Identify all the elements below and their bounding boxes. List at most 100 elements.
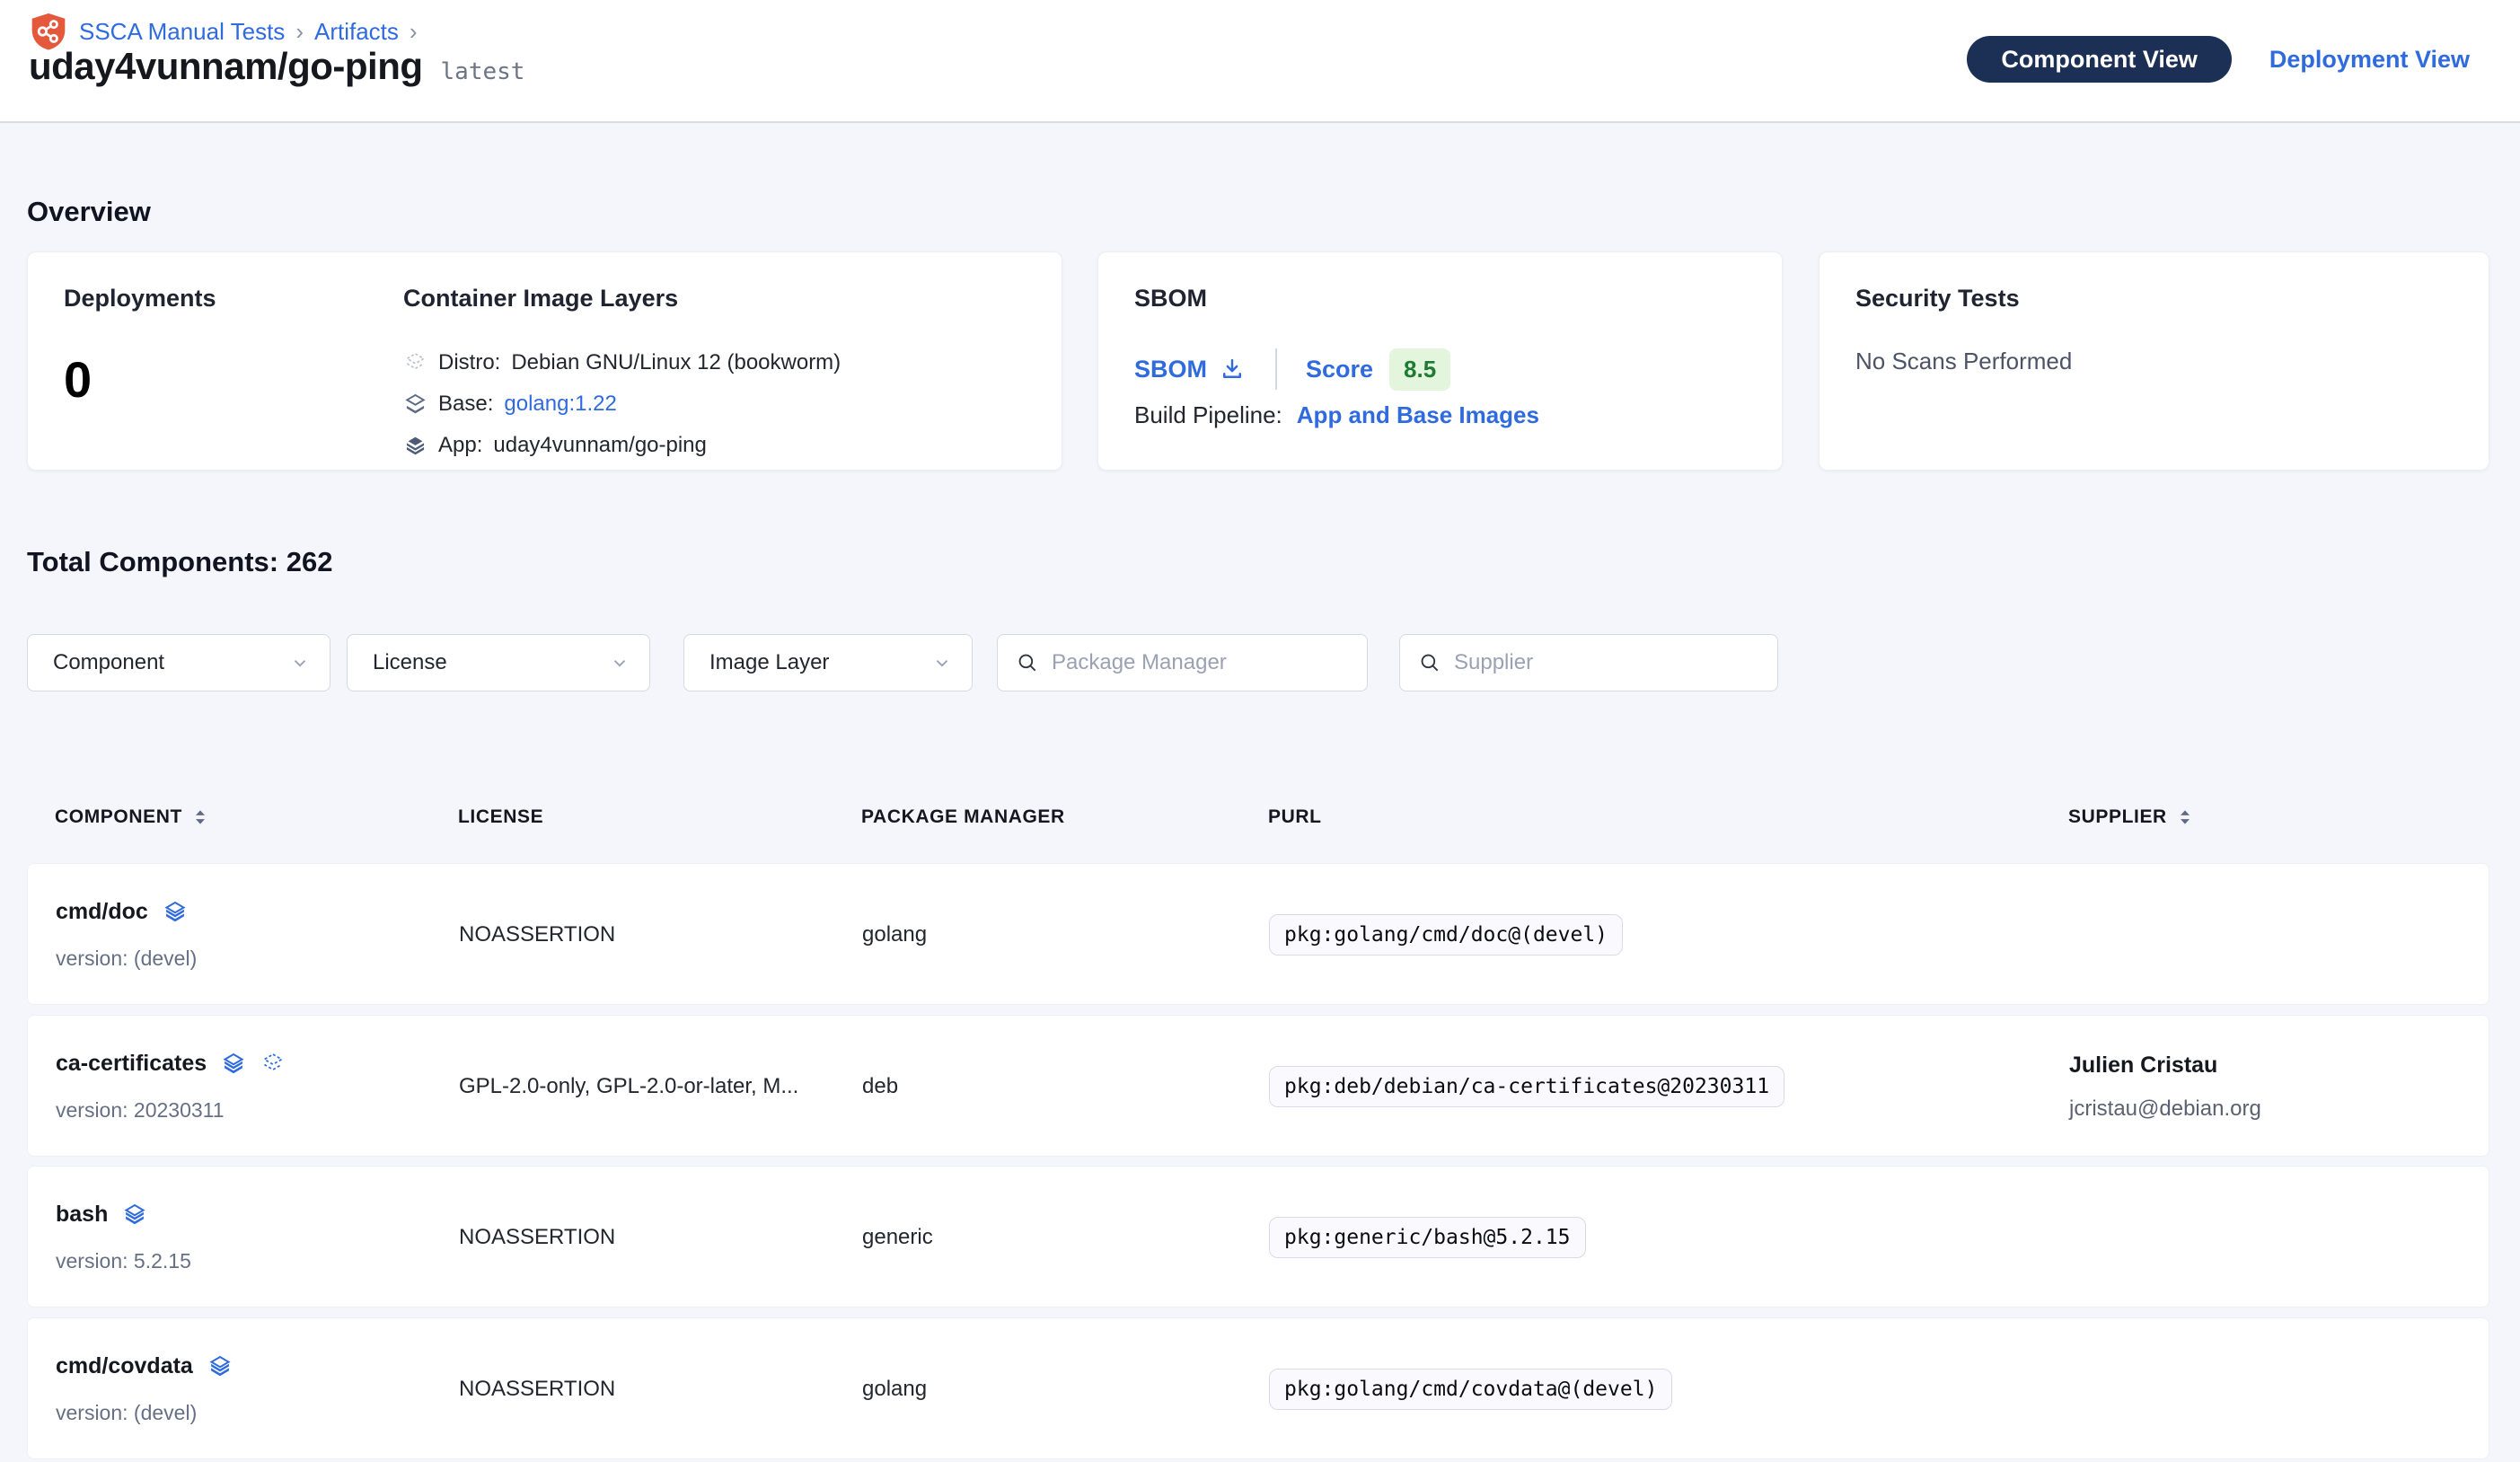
build-pipeline-link[interactable]: App and Base Images: [1297, 401, 1539, 429]
security-tests-status: No Scans Performed: [1855, 348, 2072, 375]
column-header-component[interactable]: COMPONENT: [55, 806, 209, 828]
layer-base-link[interactable]: golang:1.22: [504, 392, 616, 417]
component-version: version: (devel): [56, 1401, 197, 1425]
package-manager-value: generic: [862, 1225, 933, 1250]
layers-dashed-icon: [260, 1052, 286, 1077]
breadcrumb-link-project[interactable]: SSCA Manual Tests: [79, 18, 285, 46]
purl-chip: pkg:generic/bash@5.2.15: [1269, 1217, 1586, 1258]
deployments-layers-card: Deployments 0 Container Image Layers Dis…: [27, 251, 1062, 471]
security-tests-title: Security Tests: [1855, 285, 2020, 313]
column-header-purl: PURL: [1268, 806, 1322, 828]
license-cell: GPL-2.0-only, GPL-2.0-or-later, M...: [459, 1016, 845, 1158]
sort-icon[interactable]: [2176, 808, 2194, 826]
table-row[interactable]: ca-certificates version: 20230311 GPL-2.…: [27, 1015, 2489, 1157]
breadcrumb-link-artifacts[interactable]: Artifacts: [314, 18, 399, 46]
package-manager-search-input[interactable]: [1052, 650, 1349, 675]
chevron-down-icon: [932, 653, 952, 673]
package-manager-value: golang: [862, 922, 927, 947]
package-manager-value: deb: [862, 1074, 898, 1099]
component-name: ca-certificates: [56, 1051, 207, 1077]
component-cell: bash version: 5.2.15: [56, 1167, 191, 1308]
layer-app-value: uday4vunnam/go-ping: [493, 433, 707, 458]
component-filter-dropdown[interactable]: Component: [27, 634, 330, 691]
supplier-name: Julien Cristau: [2069, 1052, 2217, 1079]
supplier-search-input[interactable]: [1454, 650, 1759, 675]
layers-icon: [221, 1052, 246, 1077]
build-pipeline-label: Build Pipeline:: [1134, 401, 1282, 429]
table-row[interactable]: cmd/covdata version: (devel) NOASSERTION…: [27, 1317, 2489, 1459]
search-icon: [1016, 651, 1039, 674]
table-row[interactable]: bash version: 5.2.15 NOASSERTION generic…: [27, 1166, 2489, 1308]
license-cell: NOASSERTION: [459, 1167, 845, 1308]
purl-cell: pkg:deb/debian/ca-certificates@20230311: [1269, 1016, 1784, 1158]
component-version: version: 20230311: [56, 1098, 225, 1123]
sbom-download-link[interactable]: SBOM: [1134, 356, 1245, 383]
layers-icon: [122, 1202, 147, 1228]
breadcrumb-separator: ›: [295, 18, 304, 46]
build-pipeline-row: Build Pipeline: App and Base Images: [1134, 401, 1539, 429]
sbom-card-title: SBOM: [1134, 285, 1207, 313]
purl-cell: pkg:golang/cmd/doc@(devel): [1269, 864, 1623, 1006]
page-header: SSCA Manual Tests › Artifacts › uday4vun…: [0, 0, 2520, 123]
package-manager-search: [997, 634, 1368, 691]
breadcrumb-separator: ›: [410, 18, 418, 46]
layer-distro-label: Distro:: [438, 350, 500, 375]
deployments-block: Deployments 0: [64, 285, 216, 409]
supplier-email: jcristau@debian.org: [2069, 1096, 2261, 1122]
sort-icon[interactable]: [191, 808, 209, 826]
component-cell: ca-certificates version: 20230311: [56, 1016, 286, 1158]
search-icon: [1418, 651, 1441, 674]
component-cell: cmd/covdata version: (devel): [56, 1318, 233, 1460]
column-label: COMPONENT: [55, 806, 182, 828]
overview-heading: Overview: [27, 196, 151, 228]
purl-chip: pkg:golang/cmd/covdata@(devel): [1269, 1369, 1672, 1410]
purl-chip: pkg:deb/debian/ca-certificates@20230311: [1269, 1066, 1784, 1107]
image-layer-filter-dropdown[interactable]: Image Layer: [683, 634, 973, 691]
layer-distro-value: Debian GNU/Linux 12 (bookworm): [511, 350, 841, 375]
layer-base-label: Base:: [438, 392, 493, 417]
component-filter-label: Component: [53, 650, 164, 675]
component-cell: cmd/doc version: (devel): [56, 864, 197, 1006]
sbom-card: SBOM SBOM Score 8.5 Build Pipeline: App …: [1097, 251, 1783, 471]
component-name: cmd/covdata: [56, 1353, 193, 1379]
layers-icon: [163, 900, 188, 925]
artifact-detail-page: SSCA Manual Tests › Artifacts › uday4vun…: [0, 0, 2520, 1462]
page-title: uday4vunnam/go-ping: [29, 45, 423, 88]
package-manager-cell: deb: [862, 1016, 898, 1158]
column-header-supplier[interactable]: SUPPLIER: [2068, 806, 2194, 828]
column-header-license: LICENSE: [458, 806, 543, 828]
license-value: NOASSERTION: [459, 922, 615, 947]
deployments-count: 0: [64, 350, 216, 409]
chevron-down-icon: [610, 653, 630, 673]
purl-cell: pkg:generic/bash@5.2.15: [1269, 1167, 1586, 1308]
container-image-layers-title: Container Image Layers: [403, 285, 841, 313]
license-value: NOASSERTION: [459, 1225, 615, 1250]
package-manager-value: golang: [862, 1377, 927, 1402]
package-manager-cell: golang: [862, 1318, 927, 1460]
license-filter-label: License: [373, 650, 447, 675]
license-value: GPL-2.0-only, GPL-2.0-or-later, M...: [459, 1074, 798, 1099]
layers-base-icon: [403, 392, 427, 417]
filter-bar: Component License Image Layer: [27, 634, 1778, 691]
license-filter-dropdown[interactable]: License: [347, 634, 650, 691]
license-value: NOASSERTION: [459, 1377, 615, 1402]
layers-app-icon: [403, 434, 427, 458]
vertical-divider: [1275, 348, 1277, 390]
column-label: SUPPLIER: [2068, 806, 2167, 828]
total-components-heading: Total Components: 262: [27, 546, 332, 578]
download-icon: [1220, 357, 1245, 382]
table-row[interactable]: cmd/doc version: (devel) NOASSERTION gol…: [27, 863, 2489, 1005]
layer-app-label: App:: [438, 433, 482, 458]
artifact-tag: latest: [441, 58, 525, 85]
sbom-score-badge: 8.5: [1389, 348, 1450, 391]
image-layer-filter-label: Image Layer: [709, 650, 829, 675]
deployment-view-button[interactable]: Deployment View: [2269, 46, 2470, 74]
layer-item-base: Base: golang:1.22: [403, 392, 841, 417]
layer-item-app: App: uday4vunnam/go-ping: [403, 433, 841, 458]
chevron-down-icon: [290, 653, 310, 673]
sbom-score-label: Score: [1306, 356, 1373, 383]
title-row: uday4vunnam/go-ping latest: [29, 45, 524, 88]
column-header-package-manager: PACKAGE MANAGER: [861, 806, 1065, 828]
component-view-button[interactable]: Component View: [1967, 36, 2232, 83]
container-image-layers-block: Container Image Layers Distro: Debian GN…: [403, 285, 841, 458]
